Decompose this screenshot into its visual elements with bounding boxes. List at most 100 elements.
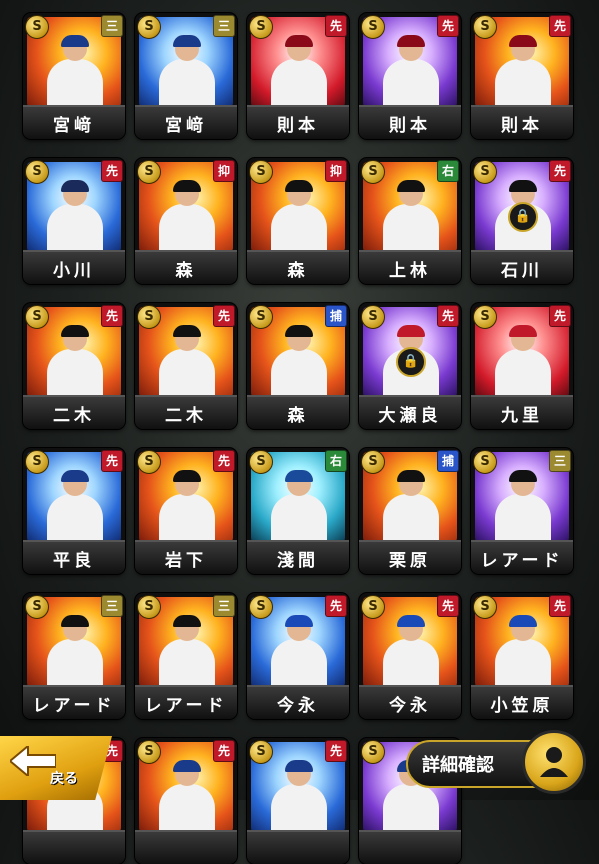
player-card[interactable]: S 先二木	[135, 303, 237, 429]
player-card[interactable]: S先	[135, 738, 237, 864]
position-badge: 先	[437, 15, 459, 37]
position-badge: 先	[437, 305, 459, 327]
position-badge: 抑	[325, 160, 347, 182]
player-card[interactable]: S先	[247, 738, 349, 864]
player-name: 平良	[23, 540, 125, 574]
player-card[interactable]: S 先小笠原	[471, 593, 573, 719]
player-card[interactable]: S 三宮﨑	[135, 13, 237, 139]
rarity-s-badge: S	[361, 15, 385, 39]
position-badge: 先	[549, 305, 571, 327]
player-figure	[157, 615, 217, 687]
player-figure	[269, 615, 329, 687]
player-card[interactable]: S 先九里	[471, 303, 573, 429]
player-figure	[493, 470, 553, 542]
player-figure	[45, 325, 105, 397]
rarity-s-badge: S	[25, 305, 49, 329]
player-name: 大瀬良	[359, 395, 461, 429]
player-name: 森	[247, 395, 349, 429]
player-card[interactable]: S 先今永	[247, 593, 349, 719]
position-badge: 三	[101, 15, 123, 37]
rarity-s-badge: S	[25, 160, 49, 184]
player-figure	[157, 180, 217, 252]
player-figure	[381, 35, 441, 107]
position-badge: 先	[101, 305, 123, 327]
rarity-s-badge: S	[137, 15, 161, 39]
rarity-s-badge: S	[249, 595, 273, 619]
player-figure	[381, 615, 441, 687]
player-card[interactable]: S 抑森	[135, 158, 237, 284]
rarity-s-badge: S	[473, 450, 497, 474]
player-card[interactable]: S 捕栗原	[359, 448, 461, 574]
player-name: 森	[247, 250, 349, 284]
position-badge: 右	[437, 160, 459, 182]
position-badge: 先	[325, 15, 347, 37]
rarity-s-badge: S	[473, 595, 497, 619]
player-card[interactable]: S 抑森	[247, 158, 349, 284]
player-name: 今永	[359, 685, 461, 719]
position-badge: 三	[549, 450, 571, 472]
rarity-s-badge: S	[473, 160, 497, 184]
rarity-s-badge: S	[249, 305, 273, 329]
player-name: 今永	[247, 685, 349, 719]
player-card[interactable]: 🔒 S 先石川	[471, 158, 573, 284]
position-badge: 先	[549, 160, 571, 182]
player-card[interactable]: S 右上林	[359, 158, 461, 284]
position-badge: 先	[325, 595, 347, 617]
player-card[interactable]: S 先則本	[359, 13, 461, 139]
player-card[interactable]: S 先小川	[23, 158, 125, 284]
rarity-s-badge: S	[361, 740, 385, 764]
position-badge: 捕	[325, 305, 347, 327]
player-card[interactable]: 🔒 S 先大瀬良	[359, 303, 461, 429]
player-card[interactable]: S 捕森	[247, 303, 349, 429]
player-figure	[493, 325, 553, 397]
lock-icon: 🔒	[508, 202, 538, 232]
position-badge: 右	[325, 450, 347, 472]
rarity-s-badge: S	[137, 740, 161, 764]
player-card[interactable]: S 先平良	[23, 448, 125, 574]
player-name: 九里	[471, 395, 573, 429]
card-grid: S 三宮﨑 S 三宮﨑 S 先則本 S 先則本 S 先則本 S 先小川 S 抑森 S 抑森 S 右上林 🔒 S 先石川 S…	[0, 0, 599, 864]
player-name: 宮﨑	[23, 105, 125, 139]
player-name: レアード	[471, 540, 573, 574]
player-card[interactable]: S 三レアード	[135, 593, 237, 719]
player-name: レアード	[23, 685, 125, 719]
position-badge: 先	[101, 160, 123, 182]
player-figure	[45, 180, 105, 252]
lock-icon: 🔒	[396, 347, 426, 377]
position-badge: 捕	[437, 450, 459, 472]
player-card[interactable]: S 三レアード	[471, 448, 573, 574]
player-name	[135, 830, 237, 864]
player-card[interactable]: S 先則本	[247, 13, 349, 139]
rarity-s-badge: S	[249, 740, 273, 764]
player-figure	[269, 760, 329, 832]
player-card[interactable]: S 三宮﨑	[23, 13, 125, 139]
position-badge: 先	[437, 595, 459, 617]
player-card[interactable]: S 先今永	[359, 593, 461, 719]
player-card[interactable]: S 先岩下	[135, 448, 237, 574]
player-figure	[45, 35, 105, 107]
player-figure	[269, 325, 329, 397]
player-figure	[157, 325, 217, 397]
position-badge: 三	[101, 595, 123, 617]
player-card[interactable]: S 先二木	[23, 303, 125, 429]
player-name	[23, 830, 125, 864]
player-figure	[45, 470, 105, 542]
rarity-s-badge: S	[25, 450, 49, 474]
player-card[interactable]: S 先則本	[471, 13, 573, 139]
rarity-s-badge: S	[361, 305, 385, 329]
rarity-s-badge: S	[249, 450, 273, 474]
player-card[interactable]: S 三レアード	[23, 593, 125, 719]
player-name: 則本	[471, 105, 573, 139]
detail-coin-icon[interactable]	[522, 730, 586, 794]
player-figure	[157, 470, 217, 542]
position-badge: 先	[213, 740, 235, 762]
rarity-s-badge: S	[361, 450, 385, 474]
player-figure	[269, 180, 329, 252]
player-name: 栗原	[359, 540, 461, 574]
rarity-s-badge: S	[137, 450, 161, 474]
player-name: 石川	[471, 250, 573, 284]
player-figure	[45, 615, 105, 687]
player-name: 岩下	[135, 540, 237, 574]
player-card[interactable]: S 右淺間	[247, 448, 349, 574]
rarity-s-badge: S	[473, 305, 497, 329]
